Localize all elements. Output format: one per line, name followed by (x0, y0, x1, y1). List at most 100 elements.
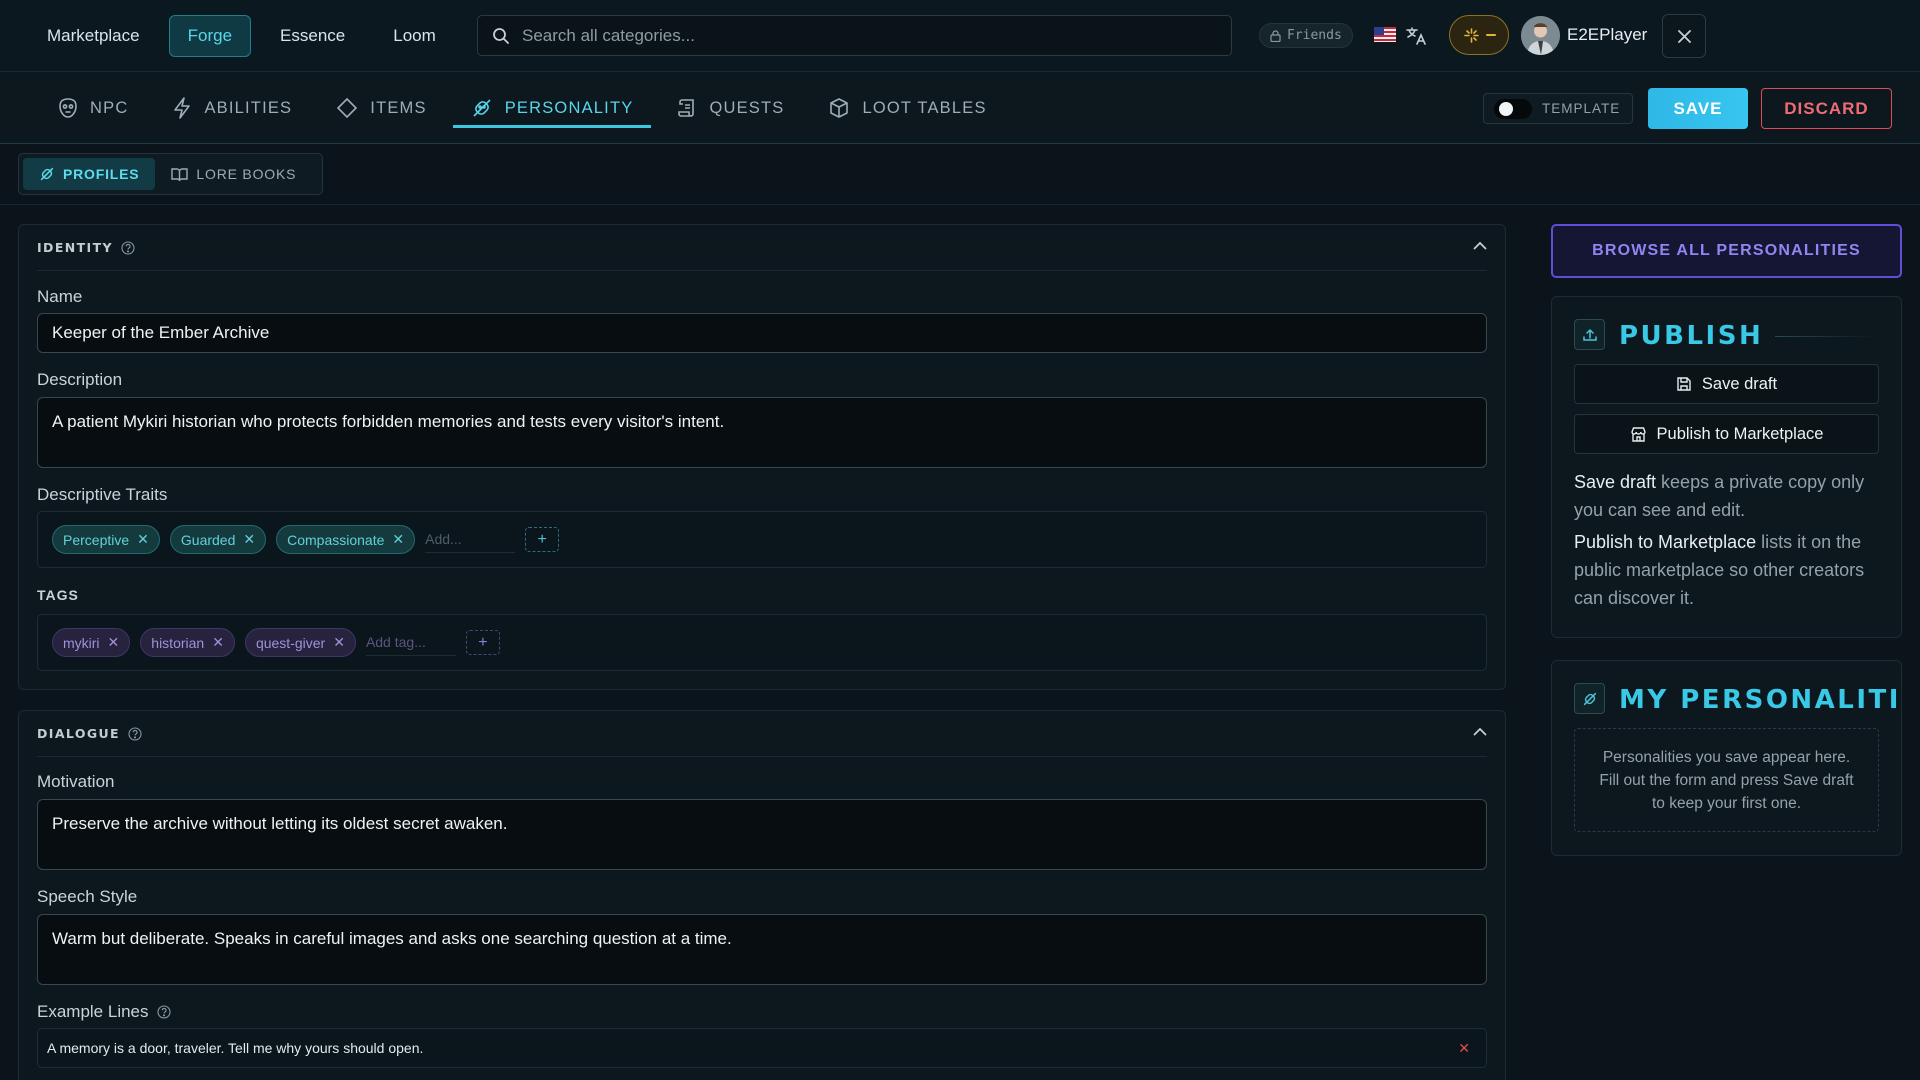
motivation-value: Preserve the archive without letting its… (52, 814, 508, 833)
add-trait-button[interactable]: + (525, 527, 560, 552)
ai-assist-toggle[interactable] (1449, 15, 1509, 55)
publish-to-marketplace-button[interactable]: Publish to Marketplace (1574, 414, 1879, 454)
chevron-up-icon[interactable] (1473, 727, 1487, 736)
tab-npc-label: NPC (90, 98, 129, 117)
remove-icon[interactable]: ✕ (243, 531, 255, 548)
empty-state-text: Personalities you save appear here. Fill… (1599, 748, 1854, 812)
top-nav-bar: Marketplace Forge Essence Loom Friends (0, 0, 1920, 72)
empty-state: Personalities you save appear here. Fill… (1574, 728, 1879, 832)
remove-icon[interactable]: ✕ (137, 531, 149, 548)
dialogue-panel: DIALOGUE Motivation Preserve the archive… (18, 710, 1506, 1080)
nav-tab-loom[interactable]: Loom (374, 15, 455, 57)
dialogue-title: DIALOGUE (37, 726, 120, 741)
tag-chip-label: historian (151, 634, 205, 651)
main-nav: Marketplace Forge Essence Loom (28, 14, 455, 57)
publish-label: Publish to Marketplace (1656, 424, 1824, 443)
username[interactable]: E2EPlayer (1567, 25, 1647, 45)
book-icon (171, 167, 189, 182)
save-draft-label: Save draft (1701, 374, 1778, 393)
remove-icon[interactable]: ✕ (333, 634, 345, 651)
publish-desc-strong: Publish to Marketplace (1574, 532, 1757, 552)
speech-style-label: Speech Style (37, 887, 138, 906)
nav-tab-essence[interactable]: Essence (261, 15, 364, 57)
scroll-icon (677, 97, 697, 119)
browse-all-personalities-button[interactable]: BROWSE ALL PERSONALITIES (1551, 224, 1902, 278)
trait-add-input[interactable] (425, 526, 516, 553)
box-icon (828, 97, 850, 119)
trait-chip: Compassionate ✕ (276, 525, 416, 554)
motivation-field[interactable]: Preserve the archive without letting its… (37, 799, 1487, 870)
remove-icon[interactable]: ✕ (108, 634, 120, 651)
nav-tab-forge[interactable]: Forge (168, 14, 252, 57)
global-search[interactable] (477, 15, 1232, 56)
friends-badge[interactable]: Friends (1259, 23, 1353, 48)
mask-icon (58, 97, 78, 119)
name-field[interactable]: Keeper of the Ember Archive (37, 313, 1487, 353)
traits-label: Descriptive Traits (37, 485, 168, 504)
name-label: Name (37, 287, 83, 306)
save-draft-button[interactable]: Save draft (1574, 364, 1879, 404)
example-line-text: A memory is a door, traveler. Tell me wh… (47, 1040, 424, 1056)
identity-title: IDENTITY (37, 240, 113, 255)
identity-header[interactable]: IDENTITY (37, 225, 1487, 271)
speech-style-field[interactable]: Warm but deliberate. Speaks in careful i… (37, 914, 1487, 985)
help-icon[interactable] (156, 1005, 171, 1019)
tab-npc[interactable]: NPC (40, 72, 146, 144)
help-icon[interactable] (128, 726, 142, 741)
template-switch[interactable] (1494, 98, 1532, 119)
nav-tab-marketplace[interactable]: Marketplace (28, 15, 159, 57)
subtab-lore-books[interactable]: LORE BOOKS (155, 158, 312, 190)
name-value: Keeper of the Ember Archive (52, 323, 270, 342)
description-label: Description (37, 370, 123, 389)
tab-abilities-label: ABILITIES (204, 98, 293, 117)
template-toggle[interactable]: TEMPLATE (1483, 93, 1633, 124)
discard-button[interactable]: DISCARD (1761, 88, 1892, 129)
speech-style-value: Warm but deliberate. Speaks in careful i… (52, 929, 732, 948)
section-tab-bar: NPC ABILITIES ITEMS PERSONALITY QUESTS L… (0, 72, 1920, 144)
floppy-disk-icon (1676, 376, 1692, 392)
search-input[interactable] (522, 25, 1202, 46)
description-field[interactable]: A patient Mykiri historian who protects … (37, 397, 1487, 468)
dialogue-header[interactable]: DIALOGUE (37, 711, 1487, 757)
lightning-icon (172, 97, 192, 119)
tags-box: mykiri ✕ historian ✕ quest-giver ✕ + (37, 614, 1487, 671)
tab-loot-tables-label: LOOT TABLES (862, 98, 987, 117)
tab-quests[interactable]: QUESTS (659, 72, 802, 144)
avatar[interactable] (1521, 16, 1560, 55)
search-icon (492, 27, 510, 45)
remove-icon[interactable]: ✕ (392, 531, 404, 548)
close-button[interactable] (1662, 14, 1706, 58)
minus-icon (1485, 33, 1496, 37)
tab-items[interactable]: ITEMS (318, 72, 444, 144)
save-button[interactable]: SAVE (1648, 88, 1748, 129)
trait-chip-label: Perceptive (63, 531, 130, 548)
help-icon[interactable] (121, 240, 135, 255)
tag-add-input[interactable] (365, 629, 456, 656)
us-flag-icon[interactable] (1374, 27, 1396, 42)
remove-icon[interactable]: ✕ (1458, 1040, 1470, 1057)
trait-chip: Guarded ✕ (169, 525, 267, 554)
motivation-label: Motivation (37, 772, 115, 791)
subtab-lore-books-label: LORE BOOKS (196, 166, 297, 182)
template-label: TEMPLATE (1542, 101, 1621, 116)
add-tag-button[interactable]: + (465, 630, 500, 655)
my-personalities-card: MY PERSONALITIES Personalities you save … (1551, 660, 1902, 856)
chevron-up-icon[interactable] (1473, 241, 1487, 250)
example-line-row[interactable]: A memory is a door, traveler. Tell me wh… (37, 1028, 1487, 1068)
publish-card: PUBLISH Save draft Publish to Marketplac… (1551, 296, 1902, 638)
upload-icon (1574, 319, 1605, 350)
title-rule (1775, 336, 1875, 337)
subtab-profiles[interactable]: PROFILES (23, 158, 156, 190)
tab-items-label: ITEMS (370, 98, 427, 117)
tab-loot-tables[interactable]: LOOT TABLES (810, 72, 1004, 144)
sparkle-icon (1463, 27, 1480, 44)
tab-personality-label: PERSONALITY (504, 98, 634, 117)
save-draft-description: Save draft keeps a private copy only you… (1574, 468, 1886, 524)
translate-icon[interactable] (1405, 25, 1427, 47)
personality-icon (39, 166, 55, 182)
tab-abilities[interactable]: ABILITIES (154, 72, 310, 144)
tags-label: TAGS (37, 587, 79, 603)
save-draft-desc-strong: Save draft (1574, 472, 1657, 492)
remove-icon[interactable]: ✕ (212, 634, 224, 651)
tab-personality[interactable]: PERSONALITY (452, 72, 652, 144)
